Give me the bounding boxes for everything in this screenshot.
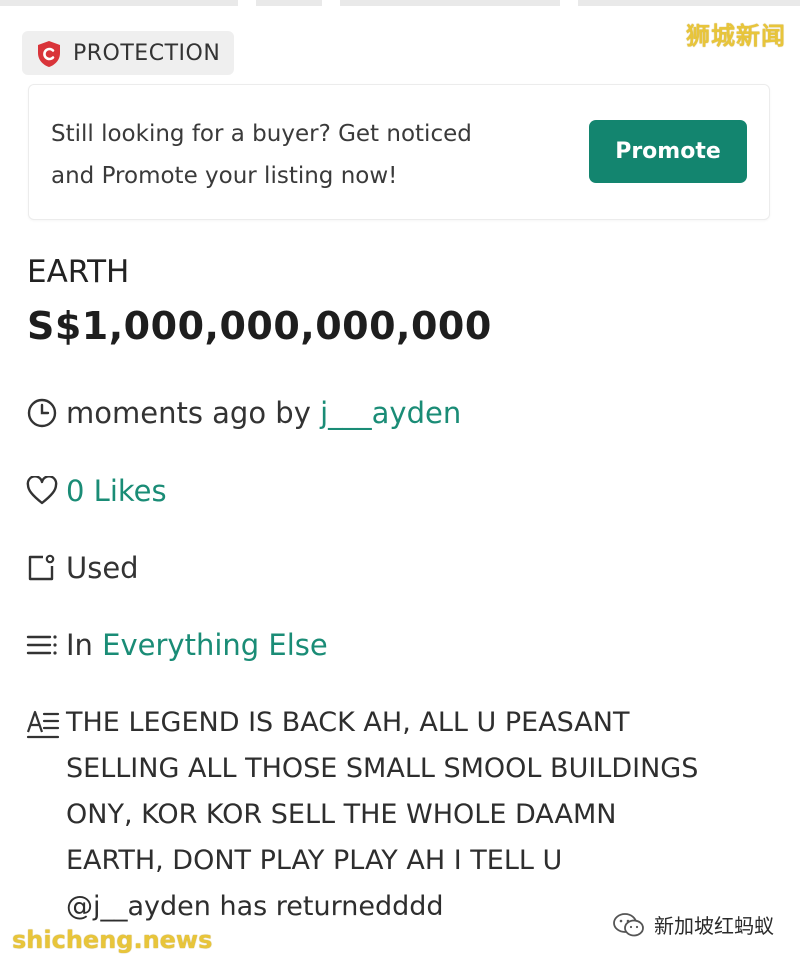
top-divider — [0, 0, 800, 6]
listing-title: EARTH — [27, 254, 130, 290]
seller-link[interactable]: j___ayden — [320, 396, 461, 430]
listing-price: S$1,000,000,000,000 — [27, 304, 492, 348]
promote-banner: Still looking for a buyer? Get noticed a… — [28, 84, 770, 220]
promote-button[interactable]: Promote — [589, 120, 747, 183]
wechat-icon — [613, 912, 644, 936]
category-row: In Everything Else — [26, 628, 328, 662]
watermark-top: 狮城新闻 — [686, 22, 786, 50]
likes-count[interactable]: 0 Likes — [66, 474, 167, 508]
clock-icon — [27, 398, 57, 428]
condition-value: Used — [66, 551, 139, 585]
description-icon — [26, 710, 60, 739]
wechat-watermark: 新加坡红蚂蚁 — [612, 910, 774, 939]
posted-time: moments ago by — [66, 396, 321, 430]
list-icon — [26, 635, 57, 655]
tag-icon — [28, 554, 55, 581]
condition-row: Used — [26, 551, 139, 585]
shield-icon — [38, 41, 60, 67]
watermark-bottom: shicheng.news — [12, 926, 213, 954]
posted-row: moments ago by j___ayden — [26, 396, 461, 430]
promote-line-1: Still looking for a buyer? Get noticed — [51, 121, 472, 147]
category-link[interactable]: Everything Else — [102, 628, 328, 662]
promote-message: Still looking for a buyer? Get noticed a… — [51, 113, 541, 197]
promote-line-2: and Promote your listing now! — [51, 163, 398, 189]
likes-row[interactable]: 0 Likes — [26, 474, 167, 508]
listing-description: THE LEGEND IS BACK AH, ALL U PEASANT SEL… — [66, 707, 699, 922]
heart-icon[interactable] — [26, 476, 58, 506]
protection-label: PROTECTION — [73, 41, 221, 66]
protection-badge[interactable]: PROTECTION — [22, 31, 234, 75]
category-prefix: In — [66, 628, 103, 662]
wechat-account-name: 新加坡红蚂蚁 — [654, 914, 774, 938]
